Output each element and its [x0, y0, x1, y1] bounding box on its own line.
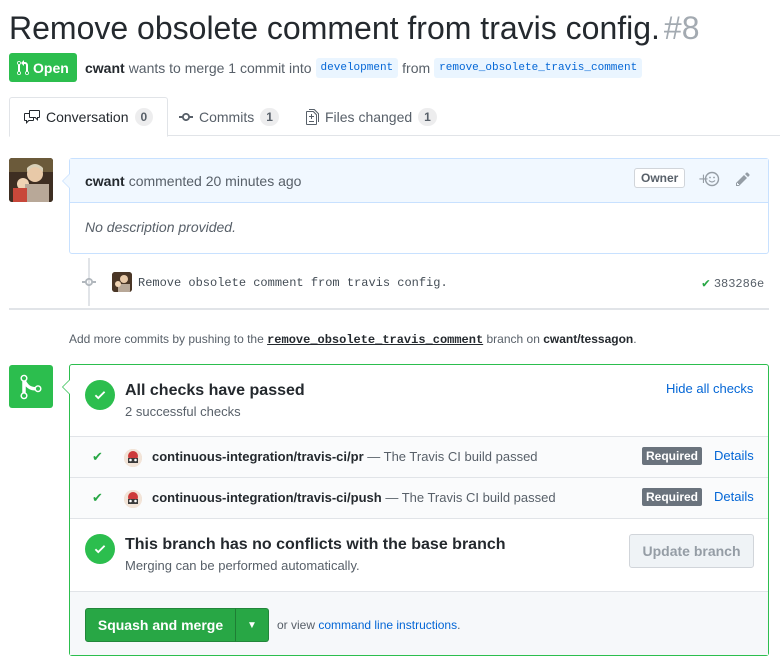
or-view-text: or view command line instructions.	[277, 618, 460, 632]
check-row: ✔ continuous-integration/travis-ci/pr — …	[70, 436, 768, 477]
tab-files-count: 1	[418, 107, 437, 126]
required-badge: Required	[642, 447, 703, 465]
pr-number: #8	[663, 10, 700, 46]
tab-files-label: Files changed	[325, 108, 413, 125]
timeline-divider	[9, 308, 769, 310]
pull-request-icon	[17, 59, 29, 75]
checks-subtitle: 2 successful checks	[125, 404, 241, 419]
check-icon: ✔	[92, 490, 103, 505]
comment-discussion-icon	[24, 110, 40, 124]
hide-checks-link[interactable]: Hide all checks	[666, 381, 753, 396]
check-details-link[interactable]: Details	[714, 489, 754, 504]
section-divider	[70, 518, 768, 519]
tab-files-changed[interactable]: Files changed 1	[292, 97, 451, 136]
comment-body: No description provided.	[85, 219, 236, 235]
pr-tabs: Conversation 0 Commits 1 Files changed 1	[9, 97, 780, 137]
squash-and-merge-button[interactable]: Squash and merge	[85, 608, 236, 642]
commit-message[interactable]: Remove obsolete comment from travis conf…	[138, 276, 448, 290]
travis-ci-logo	[124, 490, 142, 508]
comment-timestamp[interactable]: commented 20 minutes ago	[129, 173, 302, 189]
comment-header: cwant commented 20 minutes ago Owner +	[70, 159, 768, 203]
push-hint-branch[interactable]: remove_obsolete_travis_comment	[267, 333, 483, 347]
pr-from-text: from	[402, 60, 431, 76]
push-hint-suffix: .	[633, 332, 637, 346]
pr-title: Remove obsolete comment from travis conf…	[9, 8, 700, 48]
tab-commits-label: Commits	[199, 108, 255, 125]
check-row: ✔ continuous-integration/travis-ci/push …	[70, 477, 768, 518]
check-context: continuous-integration/travis-ci/push — …	[152, 490, 556, 505]
owner-badge: Owner	[634, 168, 686, 188]
no-conflicts-icon	[85, 534, 115, 564]
pr-merge-text: wants to merge 1 commit into	[128, 60, 312, 76]
author-avatar-image	[9, 158, 53, 202]
conflicts-subtitle: Merging can be performed automatically.	[125, 558, 360, 573]
required-badge: Required	[642, 488, 703, 506]
conflicts-title: This branch has no conflicts with the ba…	[125, 536, 506, 553]
merge-footer: Squash and merge ▼ or view command line …	[70, 591, 768, 655]
merge-options-dropdown[interactable]: ▼	[235, 608, 269, 642]
check-context: continuous-integration/travis-ci/pr — Th…	[152, 449, 538, 464]
pr-state-badge: Open	[9, 53, 77, 82]
triangle-down-icon: ▼	[247, 619, 257, 631]
pr-author-link[interactable]: cwant	[85, 60, 125, 76]
check-details-link[interactable]: Details	[714, 448, 754, 463]
pr-title-text: Remove obsolete comment from travis conf…	[9, 10, 660, 46]
tab-commits[interactable]: Commits 1	[165, 97, 293, 136]
or-view-suffix: .	[457, 618, 461, 632]
comment-author[interactable]: cwant	[85, 173, 125, 189]
pr-meta: cwant wants to merge 1 commit into devel…	[85, 58, 643, 78]
check-context-name: continuous-integration/travis-ci/pr	[152, 449, 364, 464]
travis-ci-logo	[124, 449, 142, 467]
push-hint-prefix: Add more commits by pushing to the	[69, 332, 264, 346]
head-branch[interactable]: remove_obsolete_travis_comment	[434, 58, 643, 78]
author-avatar[interactable]	[9, 158, 53, 202]
merge-box: All checks have passed 2 successful chec…	[62, 364, 769, 656]
file-diff-icon	[306, 108, 319, 125]
commit-sha-link[interactable]: ✔ 383286e	[702, 276, 764, 291]
check-icon: ✔	[92, 449, 103, 464]
or-view-label: or view	[277, 618, 316, 632]
checks-passed-icon	[85, 380, 115, 410]
command-line-instructions-link[interactable]: command line instructions	[318, 618, 457, 632]
git-merge-icon	[9, 365, 53, 408]
add-reaction-icon[interactable]: +	[698, 171, 720, 190]
edit-pencil-icon[interactable]	[736, 171, 750, 190]
push-hint: Add more commits by pushing to the remov…	[69, 332, 637, 347]
commit-sha: 383286e	[713, 276, 765, 291]
tab-conversation-count: 0	[134, 108, 154, 126]
base-branch[interactable]: development	[315, 58, 399, 78]
tab-commits-count: 1	[260, 107, 279, 126]
git-commit-icon	[82, 274, 96, 293]
check-description: — The Travis CI build passed	[385, 490, 556, 505]
check-description: — The Travis CI build passed	[367, 449, 538, 464]
tab-conversation-label: Conversation	[46, 109, 129, 125]
checks-title: All checks have passed	[125, 382, 305, 399]
check-context-name: continuous-integration/travis-ci/push	[152, 490, 382, 505]
update-branch-button[interactable]: Update branch	[629, 534, 754, 568]
commit-author-avatar[interactable]	[112, 272, 132, 292]
comment-box: cwant commented 20 minutes ago Owner + N…	[62, 158, 769, 254]
check-icon: ✔	[702, 276, 710, 291]
tab-conversation[interactable]: Conversation 0	[9, 97, 169, 137]
push-hint-middle: branch on	[486, 332, 540, 346]
pr-state-label: Open	[33, 59, 69, 76]
push-hint-repo: cwant/tessagon	[543, 332, 634, 346]
git-commit-icon	[179, 112, 193, 121]
